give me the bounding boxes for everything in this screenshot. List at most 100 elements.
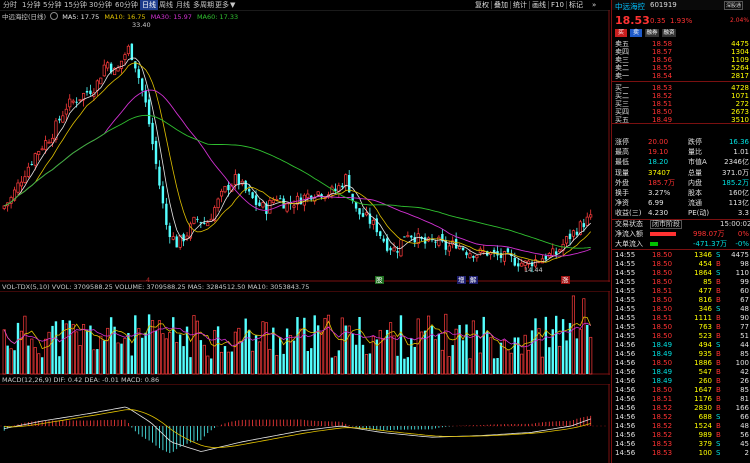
tick-time: 14:56: [615, 413, 636, 421]
sell-button[interactable]: 卖: [630, 29, 642, 37]
divider: [612, 123, 750, 124]
tick-price: 18.53: [652, 449, 673, 457]
volume-bar: [361, 344, 365, 374]
flow-pct: 0%: [737, 230, 749, 238]
candle-body: [502, 251, 507, 262]
flow-bar: [650, 232, 676, 236]
volume-bar: [251, 350, 255, 375]
tick-side: B: [716, 287, 721, 295]
level-volume: 4728: [731, 83, 749, 92]
tick-time: 14:55: [615, 296, 636, 304]
overlay-button[interactable]: 叠加: [494, 0, 508, 10]
stat-label: 市值A: [688, 158, 707, 167]
marker-increase[interactable]: 增: [457, 276, 466, 284]
volume-bar: [433, 339, 438, 375]
stat-row: 涨停 20.00 跌停 16.36: [612, 138, 750, 146]
bid-row[interactable]: 买一 18.53 4728: [612, 84, 750, 92]
ask-row[interactable]: 卖五 18.58 4475: [612, 40, 750, 48]
volume-bar: [537, 328, 541, 375]
ask-row[interactable]: 卖一 18.54 2817: [612, 72, 750, 80]
candle-body: [102, 64, 106, 77]
tab-multi-period[interactable]: 多周期: [193, 0, 214, 10]
tick-count: 85: [740, 386, 749, 394]
tab-intraday[interactable]: 分时: [3, 0, 17, 10]
tab-daily[interactable]: 日线: [140, 0, 158, 10]
tab-1min[interactable]: 1分钟: [22, 0, 40, 10]
tick-price: 18.50: [652, 359, 673, 367]
candle-body: [517, 263, 520, 267]
tab-30min[interactable]: 30分钟: [89, 0, 112, 10]
level-label: 买二: [615, 91, 629, 100]
flow-label: 大单流入: [615, 239, 643, 248]
tick-count: 51: [740, 332, 749, 340]
ma60-line: [4, 114, 591, 249]
tick-volume: 494: [698, 341, 712, 349]
level-price: 18.55: [652, 64, 673, 73]
tick-count: 56: [740, 431, 749, 439]
divider: [566, 1, 567, 9]
quote-panel: 中远海控 601919 深股通 18.53 0.35 1.93% 2.04% 买…: [611, 0, 750, 463]
level-price: 18.58: [652, 40, 673, 48]
volume-bar: [447, 356, 451, 375]
bid-row[interactable]: 买四 18.50 2673: [612, 108, 750, 116]
trade-buttons: 买 卖 融券 融资: [612, 28, 750, 39]
divider: [612, 80, 750, 82]
candle-body: [544, 255, 548, 260]
volume-bar: [471, 320, 475, 375]
marker-dividend[interactable]: 股: [375, 276, 384, 284]
candle-body: [2, 205, 6, 209]
candle-body: [571, 230, 576, 237]
ask-row[interactable]: 卖三 18.56 1109: [612, 56, 750, 64]
volume-bar: [475, 330, 479, 374]
volume-bar: [230, 351, 234, 374]
volume-bar: [575, 338, 579, 374]
collapse-arrow-icon[interactable]: »: [592, 0, 596, 10]
tab-monthly[interactable]: 月线: [176, 0, 190, 10]
marker-unlock[interactable]: 解: [469, 276, 478, 284]
volume-bar: [568, 322, 572, 374]
tab-60min[interactable]: 60分钟: [115, 0, 138, 10]
candle-body: [410, 235, 413, 238]
tick-price: 18.51: [652, 395, 673, 403]
volume-bar: [279, 337, 282, 374]
tick-time: 14:56: [615, 404, 636, 412]
level-label: 买三: [615, 99, 629, 108]
tick-volume: 523: [698, 332, 712, 340]
margin-buy-button[interactable]: 融资: [662, 29, 676, 37]
candlestick-chart[interactable]: [0, 10, 610, 282]
tick-time: 14:56: [615, 350, 636, 358]
stat-value: 113亿: [728, 199, 749, 208]
restore-rights-button[interactable]: 复权: [475, 0, 489, 10]
volume-chart[interactable]: [0, 291, 610, 375]
volume-bar: [123, 337, 127, 375]
more-dropdown-icon[interactable]: ▼: [230, 0, 235, 10]
tab-more[interactable]: 更多: [215, 0, 229, 10]
tick-row: 14:55 18.50 1346 S 4475: [612, 251, 750, 260]
bid-row[interactable]: 买三 18.51 272: [612, 100, 750, 108]
volume-bar: [172, 317, 175, 374]
level-label: 卖四: [615, 48, 629, 57]
f10-button[interactable]: F10: [551, 0, 564, 10]
tick-time: 14:55: [615, 260, 636, 268]
buy-button[interactable]: 买: [615, 29, 627, 37]
ask-row[interactable]: 卖四 18.57 1304: [612, 48, 750, 56]
volume-bar: [237, 327, 241, 375]
marker-limit-up[interactable]: 涨: [561, 276, 570, 284]
tick-count: 81: [740, 395, 749, 403]
hk-connect-tag: 深股通: [724, 1, 744, 10]
tab-5min[interactable]: 5分钟: [43, 0, 61, 10]
short-sell-button[interactable]: 融券: [645, 29, 659, 37]
mark-button[interactable]: 标记: [569, 0, 583, 10]
tab-15min[interactable]: 15分钟: [64, 0, 87, 10]
tick-volume: 454: [698, 260, 712, 268]
candle-body: [144, 90, 147, 103]
candle-body: [472, 255, 475, 258]
macd-chart[interactable]: [0, 384, 610, 463]
draw-line-button[interactable]: 画线: [532, 0, 546, 10]
ask-row[interactable]: 卖二 18.55 5264: [612, 64, 750, 72]
bid-row[interactable]: 买二 18.52 1071: [612, 92, 750, 100]
tab-weekly[interactable]: 周线: [159, 0, 173, 10]
statistics-button[interactable]: 统计: [513, 0, 527, 10]
volume-bar: [430, 325, 434, 374]
candle-body: [551, 248, 555, 257]
